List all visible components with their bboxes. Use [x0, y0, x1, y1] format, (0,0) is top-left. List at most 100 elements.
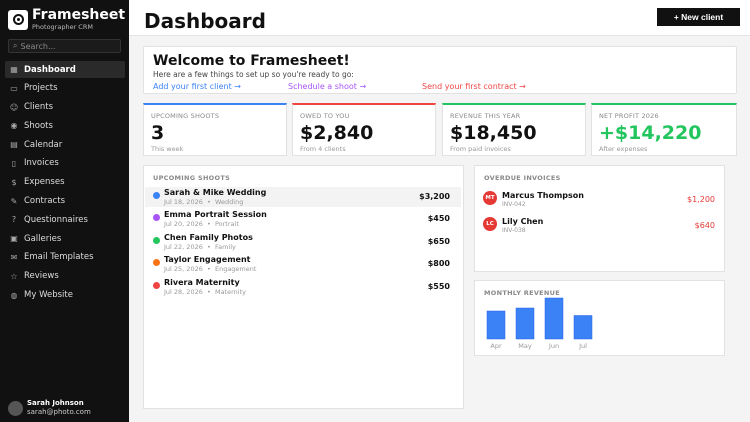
shoot-row[interactable]: Emma Portrait Session Jul 20, 2026 • Port…	[145, 209, 461, 229]
panel-title: OVERDUE INVOICES	[484, 174, 561, 182]
page-title: Dashboard	[144, 9, 266, 33]
stat-owed-to-you[interactable]: OWED TO YOU $2,840 From 4 clients	[292, 103, 436, 156]
sidebar-item-label: Expenses	[24, 177, 65, 188]
sidebar-item-clients[interactable]: ☺ Clients	[5, 99, 125, 116]
add-client-link[interactable]: Add your first client →	[153, 82, 241, 91]
stat-label: OWED TO YOU	[300, 112, 350, 120]
page-header: Dashboard + New client	[129, 0, 750, 36]
stat-label: REVENUE THIS YEAR	[450, 112, 521, 120]
revenue-bar-may[interactable]	[515, 307, 535, 340]
sidebar-nav: ▦ Dashboard ▭ Projects ☺ Clients ◉ Shoots ▤ Calen…	[5, 61, 125, 305]
folder-icon: ▭	[10, 83, 18, 93]
shoot-title: Chen Family Photos	[164, 232, 253, 242]
star-icon: ☆	[10, 271, 18, 281]
shoot-type-dot	[153, 259, 160, 267]
upcoming-shoots-panel: UPCOMING SHOOTS Sarah & Mike Wedding Jul …	[143, 165, 464, 409]
sidebar-item-expenses[interactable]: $ Expenses	[5, 174, 125, 191]
search-placeholder: Search...	[20, 41, 56, 51]
shoot-meta: Jul 25, 2026 • Engagement	[164, 265, 256, 273]
revenue-bar-apr[interactable]	[486, 310, 506, 340]
sidebar-item-label: Email Templates	[24, 252, 94, 263]
stat-value: 3	[151, 122, 165, 144]
shoot-date: Jul 28, 2026	[164, 287, 203, 296]
shoot-row[interactable]: Rivera Maternity Jul 28, 2026 • Maternity…	[145, 277, 461, 297]
shoot-date: Jul 18, 2026	[164, 198, 203, 206]
shoot-title: Emma Portrait Session	[164, 210, 267, 220]
overdue-invoice-row[interactable]: MT Marcus Thompson INV-042 $1,200	[483, 190, 715, 210]
stat-upcoming-shoots[interactable]: UPCOMING SHOOTS 3 This week	[143, 103, 287, 156]
shoot-date: Jul 25, 2026	[164, 265, 203, 274]
contract-icon: ✎	[10, 196, 18, 206]
shoot-type: Family	[214, 242, 236, 251]
invoice-number: INV-042	[502, 201, 526, 208]
avatar	[8, 400, 23, 416]
overdue-invoices-panel: OVERDUE INVOICES MT Marcus Thompson INV-04…	[474, 165, 725, 272]
overdue-invoice-row[interactable]: LC Lily Chen INV-038 $640	[483, 216, 715, 236]
invoice-number: INV-038	[502, 227, 526, 234]
month-label: Jun	[548, 342, 559, 350]
client-name: Marcus Thompson	[502, 191, 584, 200]
invoice-amount: $1,200	[687, 195, 715, 204]
user-profile[interactable]: Sarah Johnson sarah@photo.com	[8, 399, 91, 417]
sidebar-item-galleries[interactable]: ▣ Galleries	[5, 230, 125, 247]
shoot-row[interactable]: Sarah & Mike Wedding Jul 18, 2026 • Weddi…	[145, 187, 461, 207]
month-label: Apr	[490, 342, 502, 350]
shoot-title: Taylor Engagement	[164, 255, 251, 265]
email-icon: ✉	[10, 252, 18, 262]
stat-note: This week	[151, 145, 184, 153]
sidebar-item-dashboard[interactable]: ▦ Dashboard	[5, 61, 125, 78]
shoot-row[interactable]: Taylor Engagement Jul 25, 2026 • Engageme…	[145, 254, 461, 274]
user-email: sarah@photo.com	[27, 408, 91, 416]
meta-separator: •	[202, 265, 215, 274]
users-icon: ☺	[9, 102, 19, 112]
search-icon: ⌕	[13, 41, 18, 50]
sidebar-item-invoices[interactable]: ▯ Invoices	[5, 155, 125, 172]
sidebar-item-label: Shoots	[24, 120, 53, 131]
brand[interactable]: Framesheet Photographer CRM	[8, 8, 125, 31]
sidebar-item-questionnaires[interactable]: ? Questionnaires	[5, 211, 125, 228]
stat-label: UPCOMING SHOOTS	[151, 112, 220, 120]
shoot-price: $800	[427, 259, 450, 269]
sidebar-item-label: Dashboard	[24, 64, 76, 75]
user-name: Sarah Johnson	[27, 399, 84, 407]
schedule-shoot-link[interactable]: Schedule a shoot →	[288, 82, 366, 91]
revenue-bar-jul[interactable]	[573, 315, 593, 340]
sidebar-item-shoots[interactable]: ◉ Shoots	[5, 117, 125, 134]
client-avatar: LC	[483, 217, 497, 231]
shoot-type-dot	[153, 192, 160, 199]
sidebar-item-reviews[interactable]: ☆ Reviews	[5, 268, 125, 285]
stat-net-profit[interactable]: NET PROFIT 2026 +$14,220 After expenses	[591, 103, 737, 156]
client-name: Lily Chen	[502, 217, 544, 226]
brand-name: Framesheet	[32, 7, 126, 23]
dashboard-icon: ▦	[10, 65, 18, 74]
invoice-amount: $640	[694, 221, 715, 230]
shoot-date: Jul 22, 2026	[164, 242, 203, 251]
sidebar-item-label: Questionnaires	[24, 214, 88, 225]
new-client-button[interactable]: + New client	[657, 8, 740, 26]
revenue-bar-jun[interactable]	[544, 297, 564, 340]
meta-separator: •	[202, 220, 215, 229]
send-contract-link[interactable]: Send your first contract →	[422, 82, 526, 91]
gallery-icon: ▣	[10, 234, 18, 244]
sidebar-item-my-website[interactable]: ◍ My Website	[5, 287, 125, 304]
shoot-title: Rivera Maternity	[164, 277, 240, 287]
stat-label: NET PROFIT 2026	[599, 112, 659, 120]
shoot-row[interactable]: Chen Family Photos Jul 22, 2026 • Family $…	[145, 232, 461, 252]
search-input[interactable]: ⌕ Search...	[8, 39, 121, 53]
sidebar-item-projects[interactable]: ▭ Projects	[5, 80, 125, 97]
sidebar: Framesheet Photographer CRM ⌕ Search... …	[0, 0, 129, 422]
sidebar-item-contracts[interactable]: ✎ Contracts	[5, 193, 125, 210]
stat-note: From paid invoices	[450, 145, 511, 153]
stat-value: +$14,220	[599, 122, 702, 144]
shoot-title: Sarah & Mike Wedding	[164, 188, 267, 197]
globe-icon: ◍	[10, 290, 18, 300]
shoot-meta: Jul 28, 2026 • Maternity	[164, 288, 246, 296]
sidebar-item-label: Invoices	[24, 158, 59, 169]
stat-revenue-year[interactable]: REVENUE THIS YEAR $18,450 From paid invo…	[442, 103, 586, 156]
sidebar-item-email-templates[interactable]: ✉ Email Templates	[5, 249, 125, 266]
sidebar-item-calendar[interactable]: ▤ Calendar	[5, 136, 125, 153]
invoice-icon: ▯	[11, 158, 17, 168]
sidebar-item-label: Galleries	[24, 233, 62, 244]
shoot-type-dot	[153, 214, 160, 222]
shoot-meta: Jul 22, 2026 • Family	[164, 243, 236, 251]
